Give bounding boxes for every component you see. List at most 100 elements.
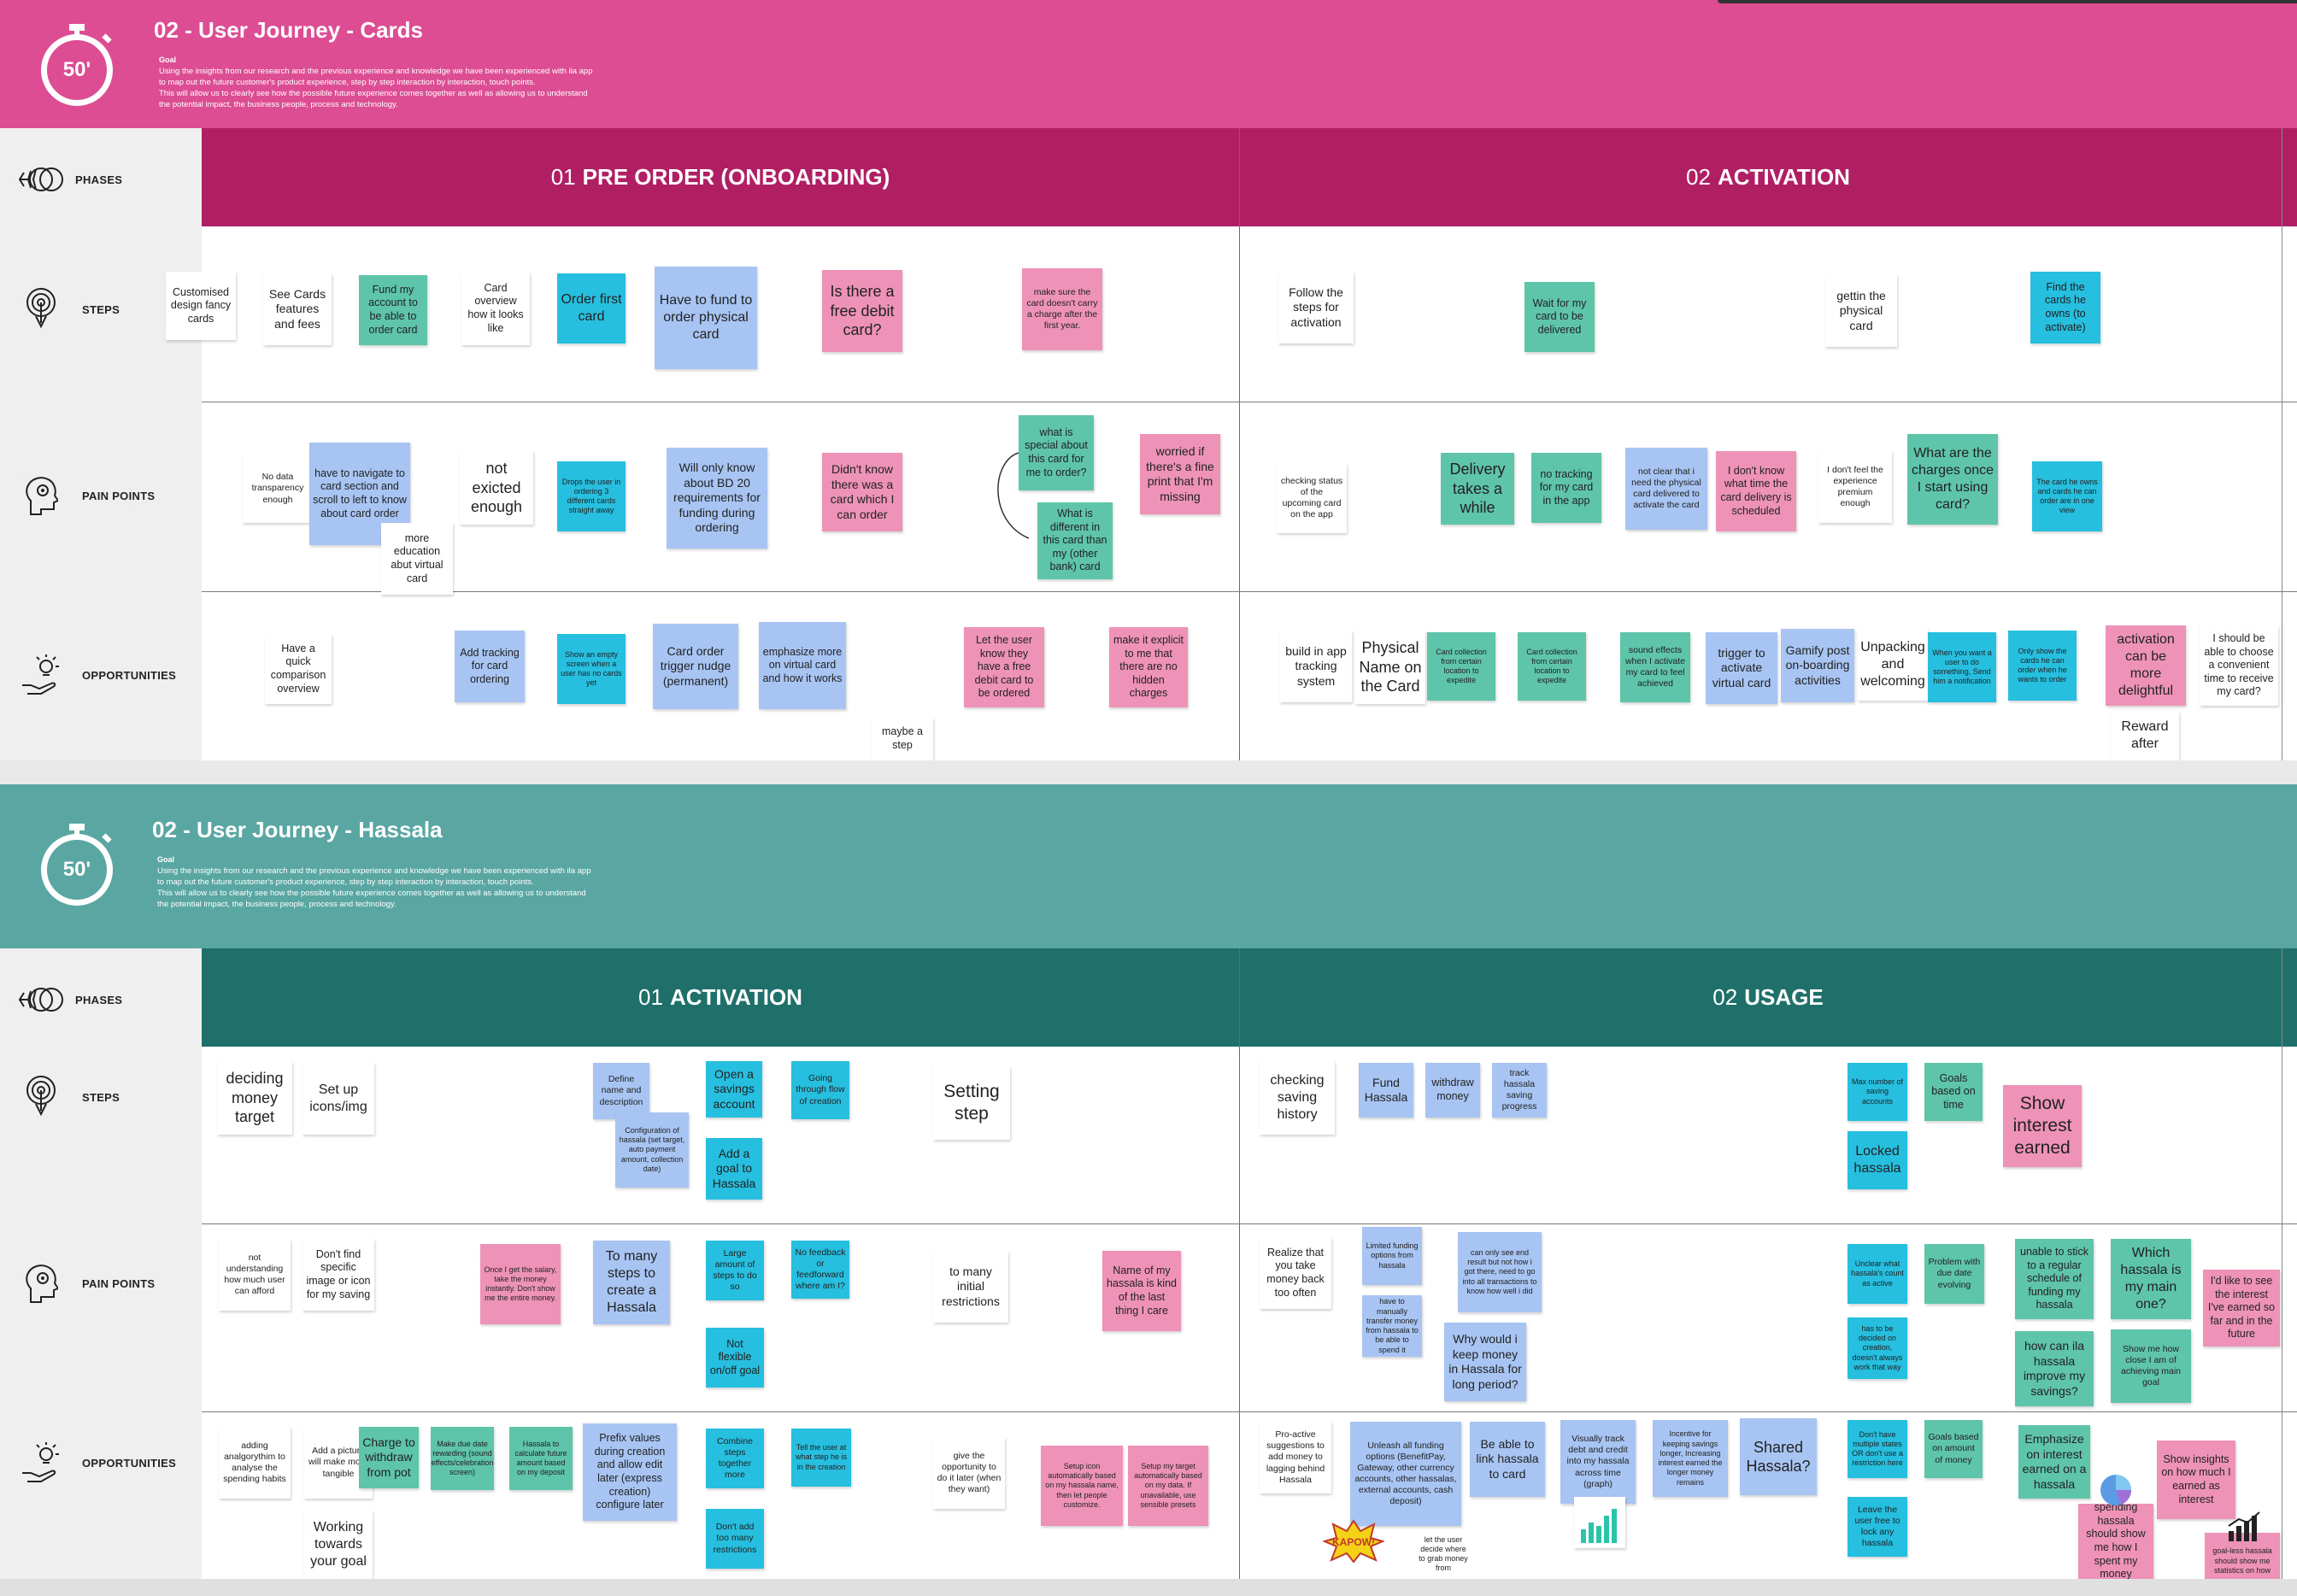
- sticky-note[interactable]: Customised design fancy cards: [166, 272, 236, 340]
- sticky-note[interactable]: Physical Name on the Card: [1355, 631, 1425, 704]
- sticky-note[interactable]: checking status of the upcoming card on …: [1277, 463, 1347, 533]
- sticky-note[interactable]: emphasize more on virtual card and how i…: [759, 622, 846, 709]
- sticky-note[interactable]: Configuration of hassala (set target, au…: [615, 1112, 689, 1188]
- sticky-note[interactable]: To many steps to create a Hassala: [593, 1241, 670, 1324]
- sticky-note[interactable]: Fund Hassala: [1359, 1063, 1413, 1118]
- sticky-note[interactable]: has to be decided on creation, doesn't a…: [1848, 1317, 1907, 1379]
- phase-usage[interactable]: 02 USAGE: [1239, 948, 2297, 1047]
- sticky-note[interactable]: Show an empty screen when a user has no …: [557, 634, 626, 704]
- sticky-note[interactable]: let the user decide where to grab money …: [1413, 1529, 1473, 1579]
- sticky-note[interactable]: Fund my account to be able to order card: [359, 275, 427, 345]
- sticky-note[interactable]: Show interest earned: [2003, 1085, 2082, 1167]
- sticky-note[interactable]: Wait for my card to be delivered: [1524, 282, 1595, 352]
- sticky-note[interactable]: activation can be more delightful: [2106, 625, 2186, 706]
- sticky-note[interactable]: Goals based on time: [1924, 1063, 1983, 1121]
- sticky-note[interactable]: Define name and description: [593, 1063, 649, 1119]
- sticky-note[interactable]: Setting step: [933, 1066, 1010, 1140]
- sticky-note[interactable]: Leave the user free to lock any hassala: [1848, 1497, 1907, 1557]
- phase-pre-order[interactable]: 01 PRE ORDER (ONBOARDING): [202, 128, 1239, 226]
- sticky-note[interactable]: Which hassala is my main one?: [2111, 1239, 2191, 1319]
- sticky-note[interactable]: Unclear what hassala's count as active: [1848, 1244, 1907, 1304]
- sticky-note[interactable]: gettin the physical card: [1825, 275, 1897, 347]
- sticky-note[interactable]: unable to stick to a regular schedule of…: [2015, 1239, 2094, 1319]
- sticky-note[interactable]: Show insights on how much I earned as in…: [2157, 1441, 2235, 1519]
- sticky-note[interactable]: to many initial restrictions: [933, 1251, 1008, 1323]
- sticky-note[interactable]: Make due date rewarding (sound effects/c…: [431, 1427, 494, 1490]
- sticky-note[interactable]: Problem with due date evolving: [1924, 1244, 1984, 1304]
- sticky-note[interactable]: Limited funding options from hassala: [1362, 1227, 1422, 1285]
- sticky-note[interactable]: give the opportunity to do it later (whe…: [933, 1437, 1005, 1509]
- sticky-note[interactable]: spending hassala should show me how I sp…: [2078, 1504, 2153, 1579]
- sticky-note[interactable]: Only show the cards he can order when he…: [2008, 631, 2077, 701]
- sticky-note[interactable]: Let the user know they have a free debit…: [964, 627, 1044, 707]
- sticky-note[interactable]: how can ila hassala improve my savings?: [2015, 1331, 2094, 1406]
- sticky-note[interactable]: no tracking for my card in the app: [1531, 453, 1601, 523]
- sticky-note[interactable]: Pro-active suggestions to add money to l…: [1260, 1422, 1331, 1493]
- sticky-note[interactable]: Emphasize on interest earned on a hassal…: [2018, 1425, 2090, 1499]
- sticky-note[interactable]: I should be able to choose a convenient …: [2200, 625, 2278, 706]
- sticky-note[interactable]: What are the charges once I start using …: [1907, 434, 1998, 525]
- sticky-note[interactable]: Card order trigger nudge (permanent): [653, 624, 738, 709]
- sticky-note[interactable]: Card collection from certain location to…: [1518, 632, 1586, 701]
- sticky-note[interactable]: See Cards features and fees: [263, 273, 332, 345]
- sticky-note[interactable]: Setup icon automatically based on my has…: [1041, 1446, 1123, 1526]
- sticky-note[interactable]: Not flexible on/off goal: [706, 1328, 764, 1388]
- sticky-note[interactable]: Is there a free debit card?: [822, 270, 902, 352]
- sticky-note[interactable]: Be able to link hassala to card: [1470, 1422, 1545, 1497]
- sticky-note[interactable]: Add a goal to Hassala: [706, 1138, 762, 1200]
- sticky-note[interactable]: Don't add too many restrictions: [706, 1509, 764, 1569]
- sticky-note[interactable]: Set up icons/img: [303, 1063, 374, 1135]
- sticky-note[interactable]: Large amount of steps to do so: [706, 1241, 764, 1300]
- sticky-note[interactable]: Max number of saving accounts: [1848, 1063, 1907, 1121]
- sticky-note[interactable]: not understanding how much user can affo…: [219, 1239, 291, 1311]
- sticky-note[interactable]: Card overview how it looks like: [461, 272, 530, 345]
- sticky-note[interactable]: Open a savings account: [706, 1061, 762, 1118]
- sticky-note[interactable]: not exicted enough: [460, 451, 533, 525]
- sticky-note[interactable]: Goals based on amount of money: [1924, 1420, 1983, 1478]
- sticky-note[interactable]: Follow the steps for activation: [1278, 272, 1354, 343]
- sticky-note[interactable]: Don't have multiple states OR don't use …: [1848, 1420, 1907, 1478]
- sticky-note[interactable]: Visually track debt and credit into my h…: [1560, 1420, 1636, 1504]
- sticky-note[interactable]: worried if there's a fine print that I'm…: [1140, 434, 1220, 514]
- sticky-note[interactable]: make sure the card doesn't carry a charg…: [1022, 268, 1102, 350]
- sticky-note[interactable]: track hassala saving progress: [1492, 1063, 1547, 1118]
- sticky-note[interactable]: not clear that i need the physical card …: [1625, 448, 1707, 530]
- sticky-note[interactable]: can only see end result but not how i go…: [1458, 1232, 1542, 1312]
- sticky-note[interactable]: Realize that you take money back too oft…: [1260, 1237, 1331, 1309]
- sticky-note[interactable]: Setup my target automatically based on m…: [1128, 1446, 1208, 1526]
- sticky-note[interactable]: Add tracking for card ordering: [455, 631, 525, 702]
- sticky-note[interactable]: adding analgorythim to analyse the spend…: [219, 1427, 291, 1499]
- sticky-note[interactable]: Have a quick comparison overview: [265, 634, 332, 704]
- phase-activation[interactable]: 01 ACTIVATION: [202, 948, 1239, 1047]
- sticky-note[interactable]: deciding money target: [217, 1061, 292, 1135]
- sticky-note[interactable]: Delivery takes a while: [1441, 453, 1514, 525]
- sticky-note[interactable]: Working towards your goal: [304, 1511, 373, 1579]
- sticky-note[interactable]: Reward after: [2111, 711, 2179, 760]
- sticky-note[interactable]: Name of my hassala is kind of the last t…: [1102, 1251, 1181, 1331]
- sticky-note[interactable]: Tell the user at what step he is in the …: [791, 1429, 851, 1487]
- sticky-note[interactable]: Don't find specific image or icon for my…: [303, 1239, 374, 1311]
- sticky-note[interactable]: sound effects when I activate my card to…: [1620, 632, 1690, 702]
- sticky-note[interactable]: Drops the user in ordering 3 different c…: [557, 461, 626, 531]
- sticky-note[interactable]: Why would i keep money in Hassala for lo…: [1444, 1323, 1526, 1401]
- sticky-note[interactable]: No data transparency enough: [243, 455, 313, 523]
- sticky-note[interactable]: checking saving history: [1260, 1061, 1335, 1135]
- sticky-note[interactable]: have to manually transfer money from has…: [1362, 1295, 1422, 1357]
- sticky-note[interactable]: Have to fund to order physical card: [655, 267, 757, 369]
- sticky-note[interactable]: No feedback or feedforward where am I?: [791, 1241, 849, 1299]
- sticky-note[interactable]: Charge to withdraw from pot: [359, 1427, 419, 1488]
- sticky-note[interactable]: I don't feel the experience premium enou…: [1818, 451, 1892, 523]
- sticky-note[interactable]: The card he owns and cards he can order …: [2032, 461, 2102, 531]
- sticky-note[interactable]: Didn't know there was a card which I can…: [822, 453, 902, 531]
- sticky-note[interactable]: Find the cards he owns (to activate): [2030, 272, 2100, 343]
- sticky-note[interactable]: Card collection from certain location to…: [1427, 632, 1495, 701]
- sticky-note[interactable]: what is special about this card for me t…: [1019, 415, 1094, 490]
- sticky-note[interactable]: Order first card: [557, 273, 626, 343]
- sticky-note[interactable]: build in app tracking system: [1280, 631, 1352, 702]
- sticky-note[interactable]: I don't know what time the card delivery…: [1716, 451, 1796, 531]
- sticky-note[interactable]: trigger to activate virtual card: [1706, 632, 1777, 704]
- sticky-note[interactable]: Going through flow of creation: [791, 1061, 849, 1119]
- sticky-note[interactable]: make it explicit to me that there are no…: [1109, 627, 1188, 707]
- sticky-note[interactable]: Combine steps together more: [706, 1429, 764, 1488]
- sticky-note[interactable]: Shared Hassala?: [1740, 1418, 1817, 1495]
